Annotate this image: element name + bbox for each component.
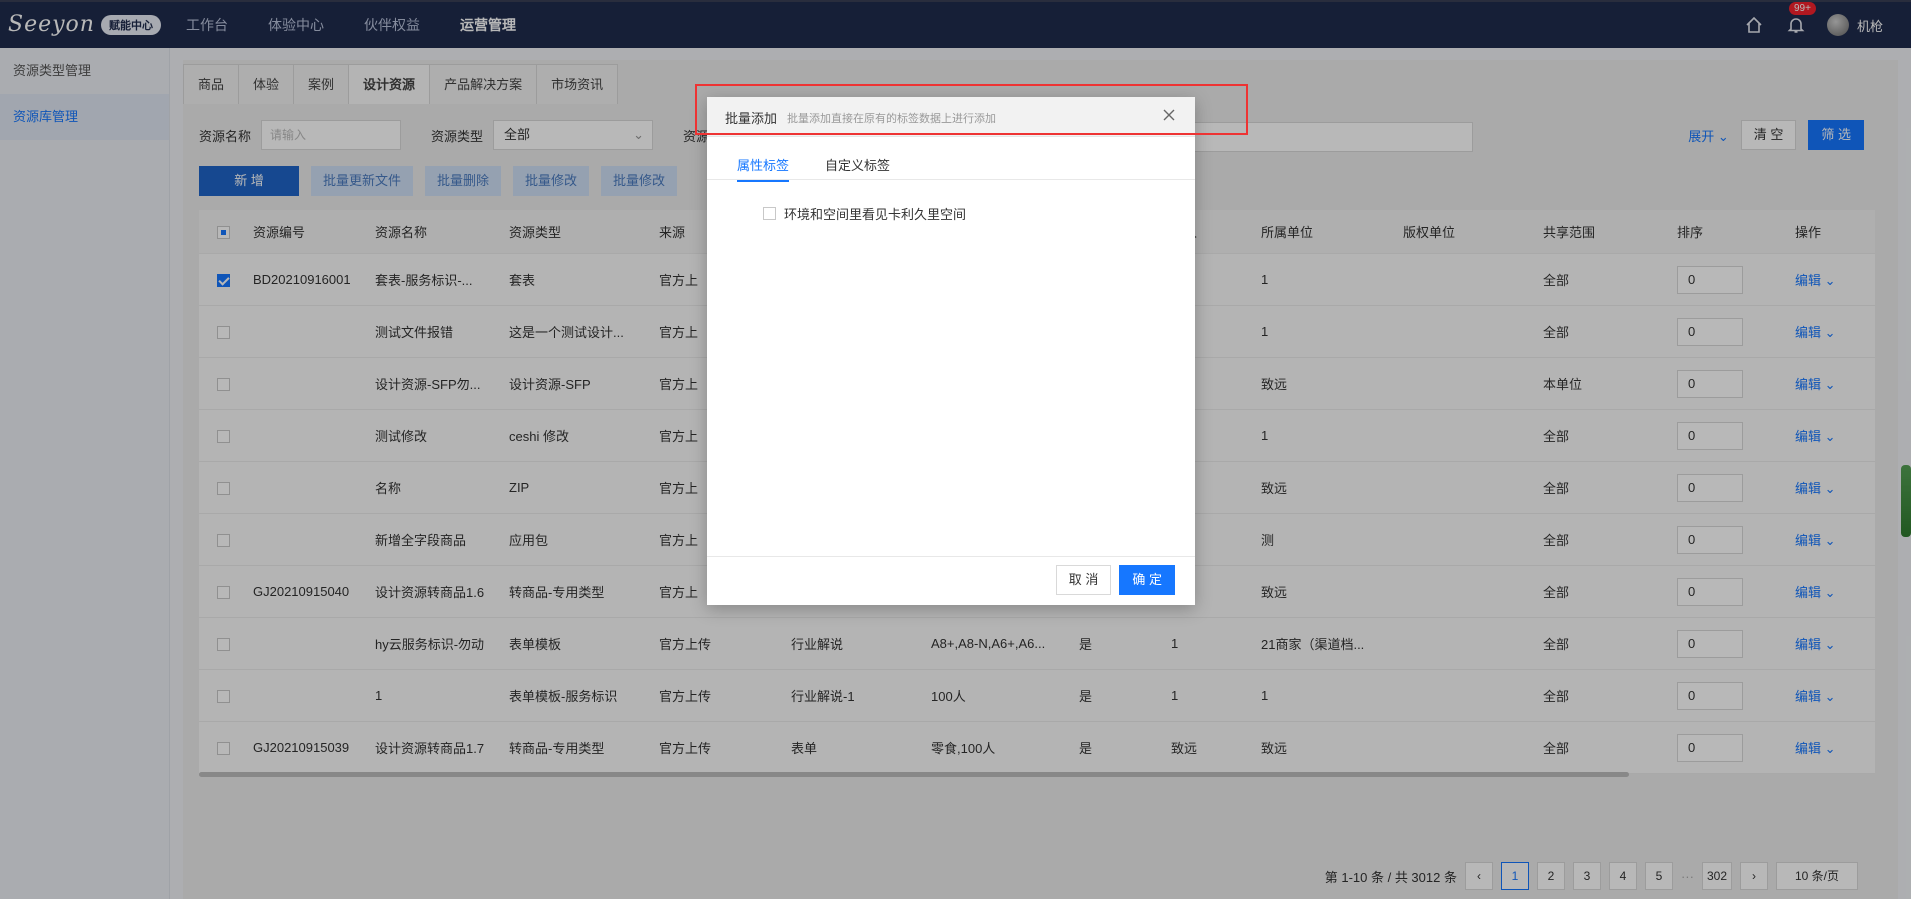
dialog-tabs: 属性标签 自定义标签 [737,155,890,182]
highlight-box [695,84,1248,135]
tag-option-label: 环境和空间里看见卡利久里空间 [784,207,967,222]
batch-add-dialog: 批量添加 批量添加直接在原有的标签数据上进行添加 属性标签 自定义标签 环境和空… [707,97,1195,605]
tab-custom-tags[interactable]: 自定义标签 [825,155,890,182]
cancel-button[interactable]: 取 消 [1055,565,1112,595]
tag-option[interactable]: 环境和空间里看见卡利久里空间 [763,204,966,223]
dialog-buttons: 取 消 确 定 [1055,565,1175,595]
dialog-footer-divider [707,556,1195,557]
tab-attribute-tags[interactable]: 属性标签 [737,155,790,182]
confirm-button[interactable]: 确 定 [1119,565,1175,595]
tab-divider [707,179,1195,180]
tag-option-checkbox[interactable] [763,207,776,220]
